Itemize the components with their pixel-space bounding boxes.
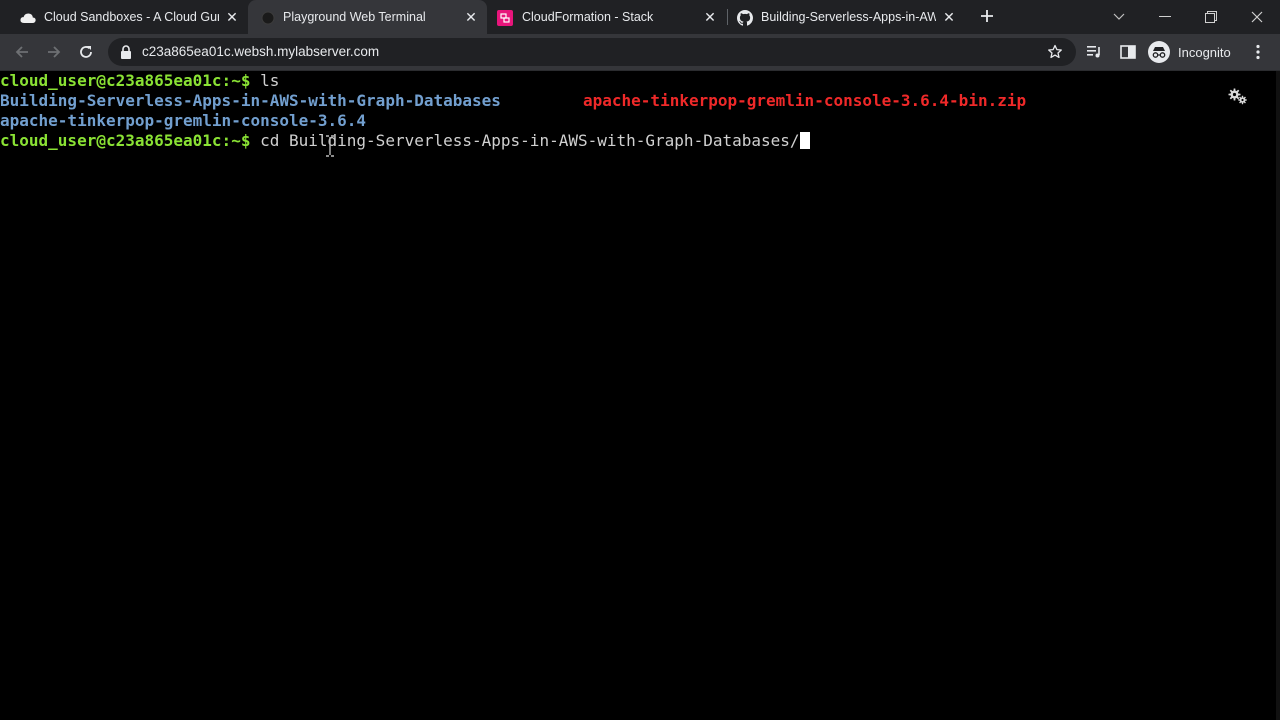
terminal-scrollbar[interactable] (1276, 71, 1280, 720)
close-tab-icon[interactable]: ✕ (224, 9, 240, 25)
back-arrow-icon[interactable] (11, 41, 33, 63)
shell-prompt: cloud_user@c23a865ea01c:~$ (0, 71, 251, 90)
restore-icon[interactable] (1188, 0, 1234, 34)
terminal-line-ls: cloud_user@c23a865ea01c:~$ ls (0, 71, 279, 91)
web-terminal[interactable]: cloud_user@c23a865ea01c:~$ ls Building-S… (0, 71, 1280, 720)
text-cursor-ibeam-icon (325, 135, 335, 157)
tab-cloudformation-stack[interactable]: CloudFormation - Stack ✕ (487, 0, 727, 34)
terminal-line-listing-2: apache-tinkerpop-gremlin-console-3.6.4 (0, 111, 366, 131)
incognito-label: Incognito (1178, 44, 1231, 60)
reload-icon[interactable] (75, 41, 97, 63)
shell-prompt: cloud_user@c23a865ea01c:~$ (0, 131, 251, 150)
terminal-settings-gears-icon[interactable] (1228, 88, 1248, 106)
tab-label: Building-Serverless-Apps-in-AWS-with-Gra… (761, 10, 936, 24)
cloud-icon (20, 10, 36, 26)
terminal-line-cd: cloud_user@c23a865ea01c:~$ cd Building-S… (0, 131, 810, 151)
browser-toolbar: c23a865ea01c.websh.mylabserver.com Incog… (0, 34, 1280, 71)
tab-label: Cloud Sandboxes - A Cloud Guru (44, 10, 219, 24)
media-queue-icon[interactable] (1086, 43, 1104, 61)
close-tab-icon[interactable]: ✕ (941, 9, 957, 25)
tab-cloud-sandboxes[interactable]: Cloud Sandboxes - A Cloud Guru ✕ (0, 0, 248, 34)
forward-arrow-icon[interactable] (43, 41, 65, 63)
close-tab-icon[interactable]: ✕ (463, 9, 479, 25)
close-tab-icon[interactable]: ✕ (702, 9, 718, 25)
command-text: ls (250, 71, 280, 90)
url-text[interactable]: c23a865ea01c.websh.mylabserver.com (142, 45, 379, 59)
incognito-profile-button[interactable]: Incognito (1148, 41, 1231, 63)
tab-strip: Cloud Sandboxes - A Cloud Guru ✕ Playgro… (0, 0, 1280, 34)
cloudformation-icon (497, 10, 513, 26)
tab-github-repo[interactable]: Building-Serverless-Apps-in-AWS-with-Gra… (728, 0, 966, 34)
terminal-line-listing: Building-Serverless-Apps-in-AWS-with-Gra… (0, 91, 1026, 111)
lock-icon[interactable] (120, 45, 134, 59)
address-bar[interactable]: c23a865ea01c.websh.mylabserver.com (108, 38, 1076, 66)
archive-entry: apache-tinkerpop-gremlin-console-3.6.4-b… (583, 91, 1027, 110)
close-window-icon[interactable] (1234, 0, 1280, 34)
bookmark-star-icon[interactable] (1047, 44, 1063, 60)
github-icon (737, 10, 753, 26)
new-tab-button[interactable] (977, 7, 997, 27)
minimize-icon[interactable] (1142, 0, 1188, 34)
more-menu-icon[interactable] (1249, 43, 1267, 61)
tab-search-icon[interactable] (1096, 0, 1142, 34)
side-panel-icon[interactable] (1119, 43, 1137, 61)
terminal-favicon-icon (260, 10, 276, 26)
incognito-icon (1148, 41, 1170, 63)
directory-entry: Building-Serverless-Apps-in-AWS-with-Gra… (0, 91, 501, 110)
tab-playground-web-terminal[interactable]: Playground Web Terminal ✕ (248, 0, 487, 34)
tab-label: Playground Web Terminal (283, 10, 426, 24)
terminal-cursor (799, 132, 810, 149)
browser-window: Cloud Sandboxes - A Cloud Guru ✕ Playgro… (0, 0, 1280, 720)
tab-label: CloudFormation - Stack (522, 10, 654, 24)
directory-entry: apache-tinkerpop-gremlin-console-3.6.4 (0, 111, 367, 130)
